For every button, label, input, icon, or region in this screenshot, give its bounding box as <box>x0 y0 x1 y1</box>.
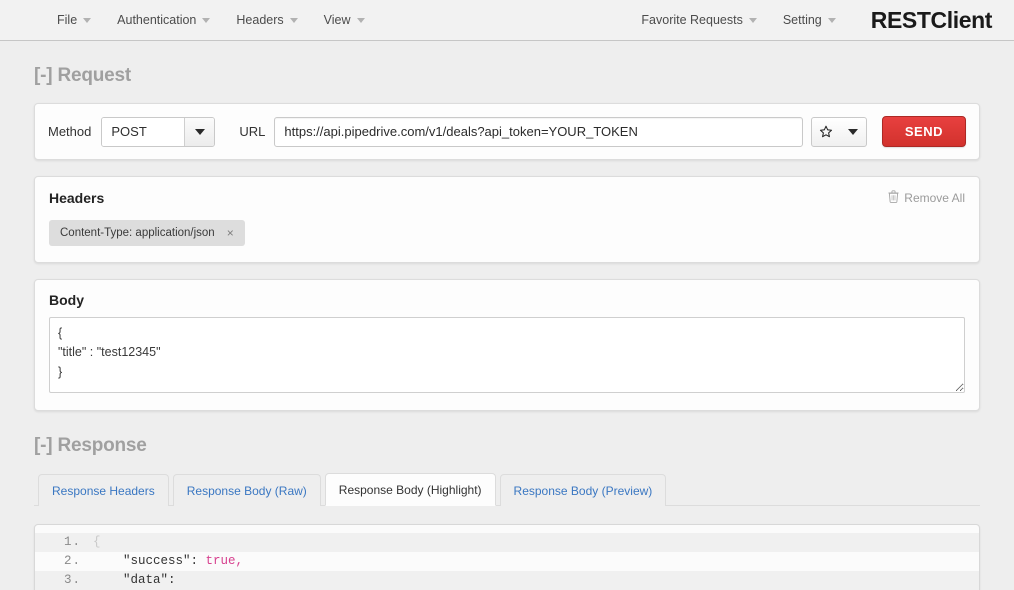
chevron-down-icon[interactable] <box>840 118 866 146</box>
body-panel: Body <box>34 279 980 411</box>
code-line: 1. { <box>35 533 979 552</box>
nav-item-label: View <box>323 13 351 27</box>
nav-item-view[interactable]: View <box>311 7 378 33</box>
request-section-title[interactable]: [-] Request <box>34 65 980 87</box>
headers-title: Headers <box>49 190 105 206</box>
send-button[interactable]: SEND <box>881 116 966 147</box>
star-outline-icon[interactable] <box>812 118 840 146</box>
response-tabs: Response Headers Response Body (Raw) Res… <box>34 473 980 506</box>
nav-item-label: Setting <box>782 13 822 27</box>
chevron-down-icon <box>827 17 836 23</box>
code-line-text: { <box>93 535 101 549</box>
body-title: Body <box>49 292 84 308</box>
nav-item-authentication[interactable]: Authentication <box>104 7 223 33</box>
nav-item-headers[interactable]: Headers <box>223 7 310 33</box>
chevron-down-icon <box>83 17 92 23</box>
favorite-request-group <box>810 116 867 147</box>
code-line-text: "success": true, <box>93 554 244 568</box>
response-code-block: 1. { 2. "success": true, 3. "data": 4. { <box>34 524 980 590</box>
nav-item-setting[interactable]: Setting <box>770 7 849 33</box>
method-select[interactable]: POST <box>101 116 216 147</box>
navbar-right-menu: Favorite Requests Setting RESTClient <box>628 7 992 34</box>
url-input[interactable] <box>274 116 803 147</box>
method-select-value: POST <box>102 117 185 146</box>
chevron-down-icon <box>356 17 365 23</box>
nav-item-label: Headers <box>236 13 284 27</box>
top-navbar: File Authentication Headers View Favorit… <box>0 0 1014 41</box>
request-row: Method POST URL SEND <box>35 104 979 159</box>
nav-item-label: Authentication <box>117 13 197 27</box>
url-label: URL <box>239 124 266 139</box>
code-line-number: 2. <box>63 554 81 568</box>
close-icon[interactable]: × <box>227 227 234 239</box>
app-brand-title: RESTClient <box>870 6 993 33</box>
nav-item-file[interactable]: File <box>44 7 104 33</box>
header-chip-label: Content-Type: application/json <box>60 227 215 239</box>
nav-item-favorite-requests[interactable]: Favorite Requests <box>628 7 769 33</box>
headers-panel-head: Headers Remove All <box>35 177 979 206</box>
request-method-url-panel: Method POST URL SEND <box>34 103 980 160</box>
remove-all-headers-button[interactable]: Remove All <box>888 190 965 206</box>
code-line: 3. "data": <box>35 571 979 590</box>
headers-panel: Headers Remove All Content-Type: applica… <box>34 176 980 263</box>
nav-item-label: Favorite Requests <box>641 13 743 27</box>
page-content: [-] Request Method POST URL https://api.… <box>0 65 1014 590</box>
remove-all-label: Remove All <box>904 191 965 205</box>
headers-chip-list: Content-Type: application/json × <box>35 206 979 262</box>
code-line: 2. "success": true, <box>35 552 979 571</box>
chevron-down-icon[interactable] <box>184 117 215 146</box>
code-line-number: 3. <box>63 573 81 587</box>
tab-response-headers[interactable]: Response Headers <box>38 474 169 506</box>
tab-response-body-preview[interactable]: Response Body (Preview) <box>499 474 667 506</box>
body-textarea[interactable] <box>49 317 965 393</box>
response-collapse-toggle[interactable]: [-] Response <box>34 435 147 456</box>
header-chip[interactable]: Content-Type: application/json × <box>49 220 245 246</box>
chevron-down-icon <box>202 17 211 23</box>
trash-icon <box>888 190 899 206</box>
tab-response-body-raw[interactable]: Response Body (Raw) <box>172 474 321 506</box>
method-label: Method <box>48 124 92 139</box>
request-collapse-toggle[interactable]: [-] Request <box>34 65 131 86</box>
code-line-number: 1. <box>63 535 81 549</box>
code-line-text: "data": <box>93 573 176 587</box>
nav-item-label: File <box>57 13 78 27</box>
navbar-left-menu: File Authentication Headers View <box>44 7 378 33</box>
body-input-area <box>35 308 979 410</box>
chevron-down-icon <box>289 17 298 23</box>
tab-response-body-highlight[interactable]: Response Body (Highlight) <box>324 473 496 506</box>
chevron-down-icon <box>748 17 757 23</box>
response-section-title[interactable]: [-] Response <box>34 435 980 457</box>
